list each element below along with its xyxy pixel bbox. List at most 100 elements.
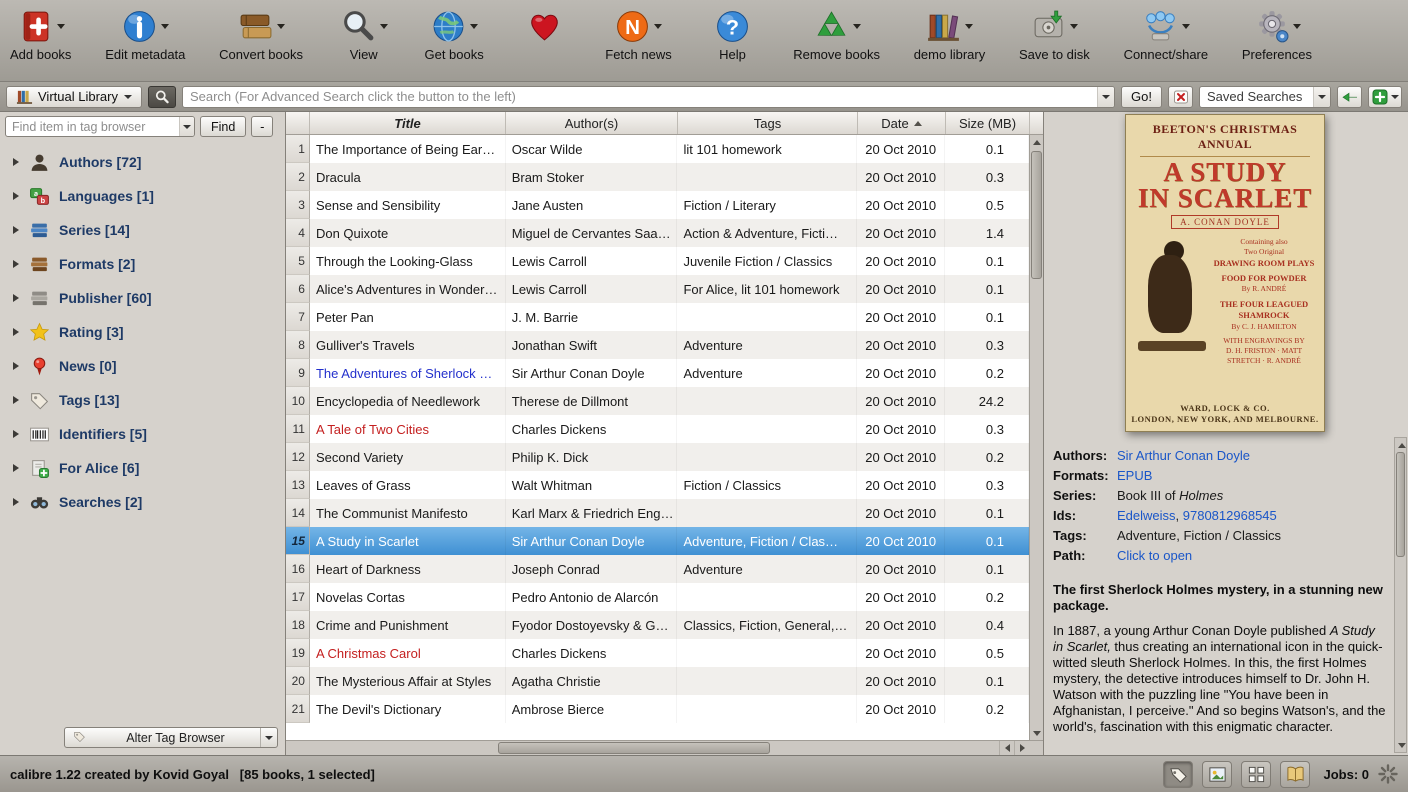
cell-authors[interactable]: Bram Stoker xyxy=(506,163,678,191)
cell-title[interactable]: A Christmas Carol xyxy=(310,639,506,667)
dropdown-arrow-icon[interactable] xyxy=(161,24,169,29)
cell-title[interactable]: Peter Pan xyxy=(310,303,506,331)
cell-tags[interactable]: Adventure xyxy=(677,359,857,387)
clear-search-button[interactable] xyxy=(1168,86,1193,108)
cell-authors[interactable]: Jane Austen xyxy=(506,191,678,219)
sidebar-item-identifiers[interactable]: Identifiers [5] xyxy=(0,417,285,451)
details-link[interactable]: Edelweiss xyxy=(1117,508,1176,523)
expander-icon[interactable] xyxy=(13,498,19,506)
connect-share-button[interactable]: Connect/share xyxy=(1124,5,1209,62)
header-size[interactable]: Size (MB) xyxy=(946,112,1030,134)
cell-size[interactable]: 0.2 xyxy=(945,695,1029,723)
cell-tags[interactable] xyxy=(677,639,857,667)
expander-icon[interactable] xyxy=(13,396,19,404)
jobs-label[interactable]: Jobs: 0 xyxy=(1323,767,1369,782)
sidebar-item-authors[interactable]: Authors [72] xyxy=(0,145,285,179)
cell-date[interactable]: 20 Oct 2010 xyxy=(857,611,945,639)
dropdown-arrow-icon[interactable] xyxy=(380,24,388,29)
cell-title[interactable]: Sense and Sensibility xyxy=(310,191,506,219)
cell-authors[interactable]: Joseph Conrad xyxy=(506,555,678,583)
table-row[interactable]: 16 Heart of Darkness Joseph Conrad Adven… xyxy=(286,555,1029,583)
cell-date[interactable]: 20 Oct 2010 xyxy=(857,387,945,415)
cell-tags[interactable]: Action & Adventure, Ficti… xyxy=(677,219,857,247)
toggle-cover-browser-button[interactable] xyxy=(1202,761,1232,788)
table-row[interactable]: 8 Gulliver's Travels Jonathan Swift Adve… xyxy=(286,331,1029,359)
dropdown-arrow-icon[interactable] xyxy=(1182,24,1190,29)
tag-find-input[interactable] xyxy=(6,120,179,134)
table-row[interactable]: 11 A Tale of Two Cities Charles Dickens … xyxy=(286,415,1029,443)
cell-authors[interactable]: J. M. Barrie xyxy=(506,303,678,331)
table-row[interactable]: 3 Sense and Sensibility Jane Austen Fict… xyxy=(286,191,1029,219)
table-row[interactable]: 2 Dracula Bram Stoker 20 Oct 2010 0.3 xyxy=(286,163,1029,191)
cell-title[interactable]: Don Quixote xyxy=(310,219,506,247)
cell-authors[interactable]: Sir Arthur Conan Doyle xyxy=(506,359,678,387)
save-to-disk-button[interactable]: Save to disk xyxy=(1019,5,1090,62)
cell-title[interactable]: The Devil's Dictionary xyxy=(310,695,506,723)
save-search-button[interactable] xyxy=(1368,86,1402,108)
table-row[interactable]: 9 The Adventures of Sherlock … Sir Arthu… xyxy=(286,359,1029,387)
cell-tags[interactable] xyxy=(677,415,857,443)
cell-size[interactable]: 0.3 xyxy=(945,471,1029,499)
dropdown-arrow-icon[interactable] xyxy=(654,24,662,29)
cell-tags[interactable] xyxy=(677,443,857,471)
cell-date[interactable]: 20 Oct 2010 xyxy=(857,163,945,191)
expander-icon[interactable] xyxy=(13,362,19,370)
cell-title[interactable]: Novelas Cortas xyxy=(310,583,506,611)
cell-date[interactable]: 20 Oct 2010 xyxy=(857,527,945,555)
cell-size[interactable]: 1.4 xyxy=(945,219,1029,247)
preferences-button[interactable]: Preferences xyxy=(1242,5,1312,62)
cell-date[interactable]: 20 Oct 2010 xyxy=(857,219,945,247)
cell-authors[interactable]: Walt Whitman xyxy=(506,471,678,499)
chevron-down-icon[interactable] xyxy=(179,117,194,136)
cell-tags[interactable]: Fiction / Literary xyxy=(677,191,857,219)
scroll-left-arrow-icon[interactable] xyxy=(999,741,1014,755)
scroll-down-arrow-icon[interactable] xyxy=(1395,738,1408,752)
remove-books-button[interactable]: Remove books xyxy=(793,5,880,62)
cell-date[interactable]: 20 Oct 2010 xyxy=(857,471,945,499)
table-row[interactable]: 14 The Communist Manifesto Karl Marx & F… xyxy=(286,499,1029,527)
cell-tags[interactable]: Adventure, Fiction / Clas… xyxy=(677,527,857,555)
alter-tag-browser-button[interactable]: Alter Tag Browser xyxy=(64,727,278,748)
cell-size[interactable]: 0.5 xyxy=(945,191,1029,219)
header-date[interactable]: Date xyxy=(858,112,946,134)
cell-authors[interactable]: Lewis Carroll xyxy=(506,275,678,303)
table-row[interactable]: 4 Don Quixote Miguel de Cervantes Saa… A… xyxy=(286,219,1029,247)
view-button[interactable]: View xyxy=(337,5,391,62)
table-row[interactable]: 17 Novelas Cortas Pedro Antonio de Alarc… xyxy=(286,583,1029,611)
cell-date[interactable]: 20 Oct 2010 xyxy=(857,555,945,583)
cell-title[interactable]: A Study in Scarlet xyxy=(310,527,506,555)
table-row[interactable]: 5 Through the Looking-Glass Lewis Carrol… xyxy=(286,247,1029,275)
expander-icon[interactable] xyxy=(13,192,19,200)
book-list-horizontal-scrollbar[interactable] xyxy=(286,740,1043,755)
cell-size[interactable]: 0.1 xyxy=(945,275,1029,303)
sidebar-item-rating[interactable]: Rating [3] xyxy=(0,315,285,349)
toggle-cover-grid-button[interactable] xyxy=(1241,761,1271,788)
tag-find-button[interactable]: Find xyxy=(200,116,246,137)
expander-icon[interactable] xyxy=(13,464,19,472)
dropdown-arrow-icon[interactable] xyxy=(57,24,65,29)
dropdown-arrow-icon[interactable] xyxy=(277,24,285,29)
table-row[interactable]: 19 A Christmas Carol Charles Dickens 20 … xyxy=(286,639,1029,667)
cell-authors[interactable]: Fyodor Dostoyevsky & G… xyxy=(506,611,678,639)
cell-title[interactable]: Crime and Punishment xyxy=(310,611,506,639)
header-authors[interactable]: Author(s) xyxy=(506,112,678,134)
cell-authors[interactable]: Therese de Dillmont xyxy=(506,387,678,415)
sidebar-item-formats[interactable]: Formats [2] xyxy=(0,247,285,281)
table-row[interactable]: 6 Alice's Adventures in Wonder… Lewis Ca… xyxy=(286,275,1029,303)
book-cover[interactable]: BEETON'S CHRISTMAS ANNUAL A STUDY IN SCA… xyxy=(1125,114,1325,432)
book-list-vertical-scrollbar[interactable] xyxy=(1029,135,1043,740)
table-row[interactable]: 20 The Mysterious Affair at Styles Agath… xyxy=(286,667,1029,695)
table-row[interactable]: 13 Leaves of Grass Walt Whitman Fiction … xyxy=(286,471,1029,499)
cell-title[interactable]: Heart of Darkness xyxy=(310,555,506,583)
table-row[interactable]: 15 A Study in Scarlet Sir Arthur Conan D… xyxy=(286,527,1029,555)
cell-size[interactable]: 0.3 xyxy=(945,415,1029,443)
cell-authors[interactable]: Charles Dickens xyxy=(506,639,678,667)
donate-button[interactable] xyxy=(518,5,572,47)
cell-date[interactable]: 20 Oct 2010 xyxy=(857,499,945,527)
convert-books-button[interactable]: Convert books xyxy=(219,5,303,62)
cell-size[interactable]: 0.4 xyxy=(945,611,1029,639)
dropdown-arrow-icon[interactable] xyxy=(470,24,478,29)
cell-authors[interactable]: Lewis Carroll xyxy=(506,247,678,275)
sidebar-item-series[interactable]: Series [14] xyxy=(0,213,285,247)
table-row[interactable]: 10 Encyclopedia of Needlework Therese de… xyxy=(286,387,1029,415)
